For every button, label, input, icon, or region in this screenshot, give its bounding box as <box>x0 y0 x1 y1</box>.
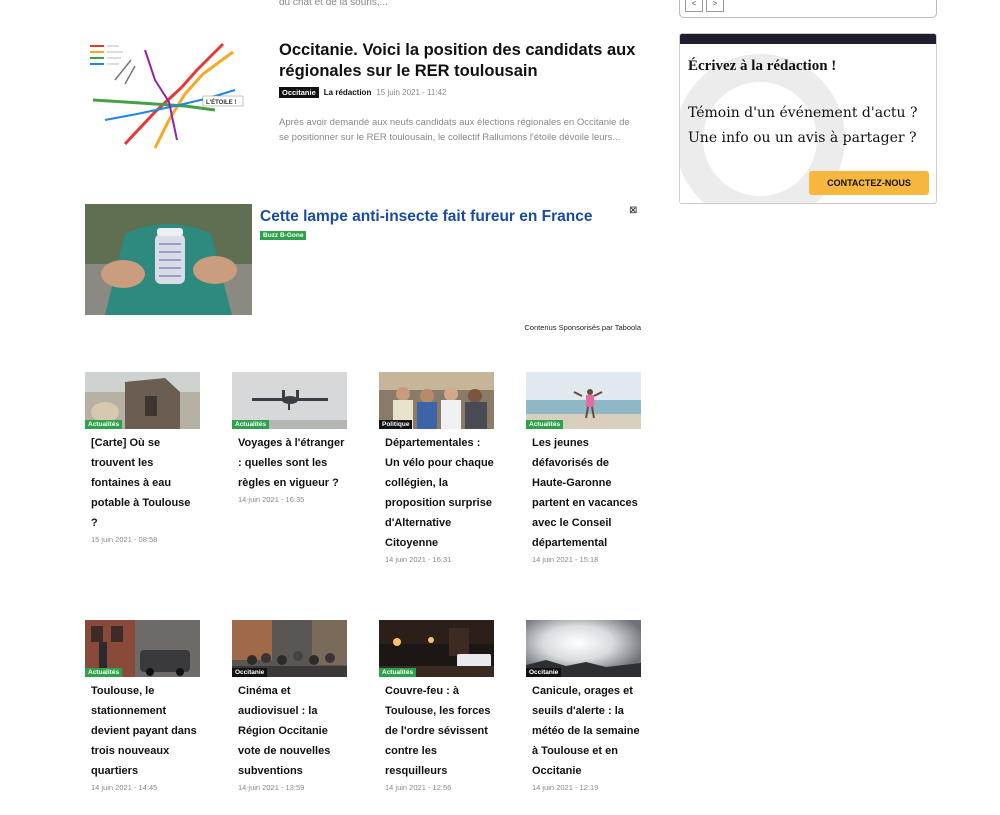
article-thumbnail[interactable]: Actualités <box>526 372 641 429</box>
contact-button[interactable]: CONTACTEZ-NOUS <box>809 171 929 195</box>
sponsored-title[interactable]: Cette lampe anti-insecte fait fureur en … <box>260 208 592 226</box>
widget-title: Écrivez à la rédaction ! <box>688 58 837 74</box>
article-thumbnail[interactable]: Actualités <box>379 620 494 677</box>
article-title[interactable]: Couvre-feu : à Toulouse, les forces de l… <box>379 677 494 781</box>
article-card[interactable]: Actualités Toulouse, le stationnement de… <box>85 620 200 792</box>
contact-widget: Écrivez à la rédaction ! Témoin d'un évé… <box>679 33 937 204</box>
article-title[interactable]: [Carte] Où se trouvent les fontaines à e… <box>85 429 200 533</box>
article-date: 14 juin 2021 - 14:45 <box>91 783 158 792</box>
category-tag[interactable]: Politique <box>379 420 413 429</box>
article-card[interactable]: Occitanie Canicule, orages et seuils d'a… <box>526 620 641 792</box>
article-card[interactable]: Actualités Les jeunes défavorisés de Hau… <box>526 372 641 564</box>
featured-excerpt: Après avoir demandé aux neufs candidats … <box>279 117 630 143</box>
article-thumbnail[interactable]: Occitanie <box>232 620 347 677</box>
sponsored-block: Cette lampe anti-insecte fait fureur en … <box>85 204 641 334</box>
featured-meta: Occitanie La rédaction 15 juin 2021 - 11… <box>279 87 639 98</box>
carousel-pager: < > <box>679 0 937 18</box>
category-tag[interactable]: Actualités <box>85 420 123 429</box>
article-title[interactable]: Voyages à l'étranger : quelles sont les … <box>232 429 347 493</box>
article-card[interactable]: Actualités Couvre-feu : à Toulouse, les … <box>379 620 494 792</box>
taboola-credit[interactable]: Contenus Sponsorisés par Taboola <box>524 323 641 332</box>
article-card[interactable]: Actualités Voyages à l'étranger : quelle… <box>232 372 347 504</box>
category-tag[interactable]: Actualités <box>85 668 123 677</box>
featured-title[interactable]: Occitanie. Voici la position des candida… <box>279 40 639 82</box>
article-date: 14 juin 2021 - 16:35 <box>238 495 305 504</box>
sponsored-image[interactable] <box>85 204 252 315</box>
article-date: 15 juin 2021 - 08:58 <box>91 535 158 544</box>
featured-category[interactable]: Occitanie <box>279 87 319 98</box>
featured-author[interactable]: La rédaction <box>324 88 372 97</box>
article-thumbnail[interactable]: Politique <box>379 372 494 429</box>
category-tag[interactable]: Occitanie <box>232 668 268 677</box>
featured-article[interactable]: L'ÉTOILE ! Occitanie. Voici la position … <box>85 40 645 180</box>
featured-date: 15 juin 2021 - 11:42 <box>376 88 447 97</box>
article-date: 14 juin 2021 - 16:31 <box>385 555 452 564</box>
widget-text: Témoin d'un événement d'actu ? Une info … <box>688 105 918 146</box>
article-date: 14 juin 2021 - 15:18 <box>532 555 599 564</box>
article-thumbnail[interactable]: Actualités <box>85 620 200 677</box>
category-tag[interactable]: Actualités <box>379 668 417 677</box>
close-icon[interactable]: ⊠ <box>629 205 637 216</box>
next-button[interactable]: > <box>706 0 724 12</box>
category-tag[interactable]: Occitanie <box>526 668 562 677</box>
category-tag[interactable]: Actualités <box>232 420 270 429</box>
sponsored-brand[interactable]: Buzz B-Gone <box>260 231 307 240</box>
article-thumbnail[interactable]: Actualités <box>232 372 347 429</box>
prev-button[interactable]: < <box>685 0 703 12</box>
previous-article-excerpt: du chat et de la souris,... <box>279 0 388 8</box>
article-title[interactable]: Cinéma et audiovisuel : la Région Occita… <box>232 677 347 781</box>
article-title[interactable]: Départementales : Un vélo pour chaque co… <box>379 429 494 553</box>
article-date: 14 juin 2021 - 13:59 <box>238 783 305 792</box>
article-title[interactable]: Toulouse, le stationnement devient payan… <box>85 677 200 781</box>
widget-header-bar <box>680 34 936 44</box>
article-thumbnail[interactable]: Actualités <box>85 372 200 429</box>
article-title[interactable]: Les jeunes défavorisés de Haute-Garonne … <box>526 429 641 553</box>
article-card[interactable]: Occitanie Cinéma et audiovisuel : la Rég… <box>232 620 347 792</box>
category-tag[interactable]: Actualités <box>526 420 564 429</box>
rer-map-thumbnail[interactable]: L'ÉTOILE ! <box>85 40 250 152</box>
article-date: 14 juin 2021 - 12:19 <box>532 783 599 792</box>
article-thumbnail[interactable]: Occitanie <box>526 620 641 677</box>
article-card[interactable]: Politique Départementales : Un vélo pour… <box>379 372 494 564</box>
article-title[interactable]: Canicule, orages et seuils d'alerte : la… <box>526 677 641 781</box>
article-date: 14 juin 2021 - 12:56 <box>385 783 452 792</box>
map-badge: L'ÉTOILE ! <box>206 98 236 106</box>
article-card[interactable]: Actualités [Carte] Où se trouvent les fo… <box>85 372 200 544</box>
